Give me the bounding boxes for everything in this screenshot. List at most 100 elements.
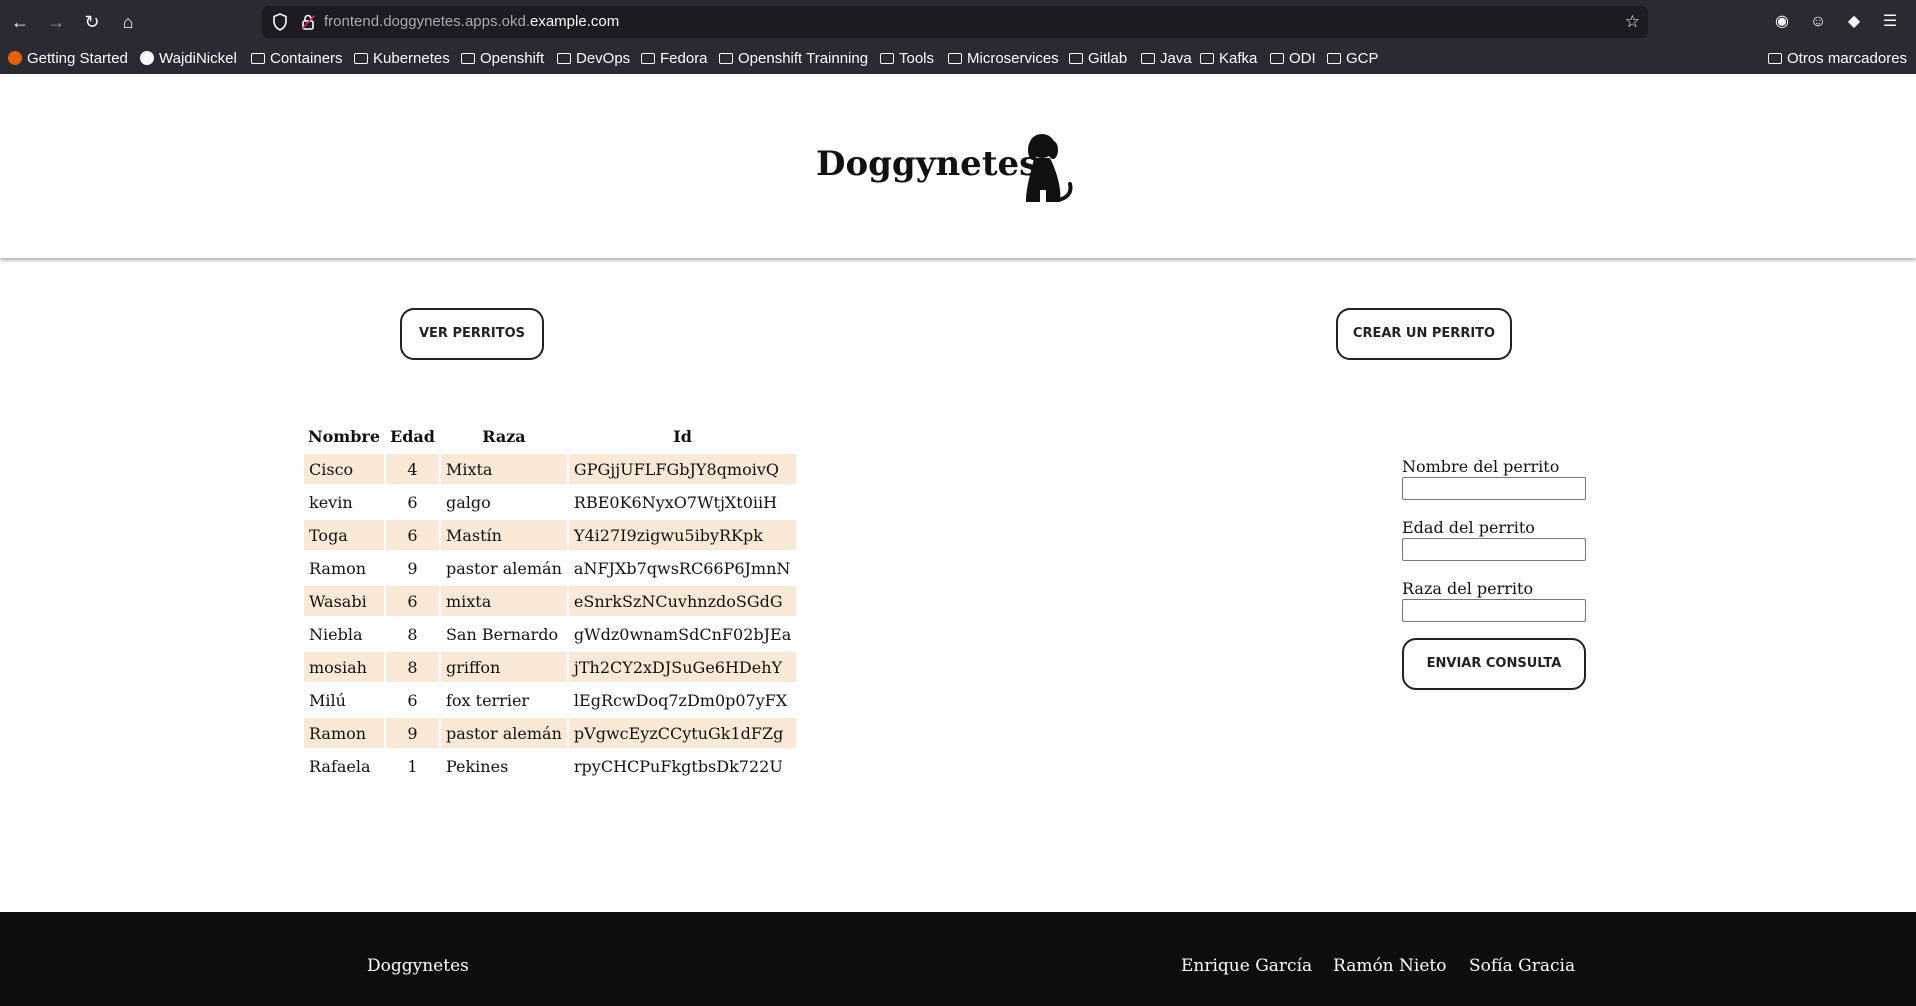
extensions-icon[interactable]: ◆ — [1842, 8, 1866, 36]
raza-label: Raza del perrito — [1402, 579, 1534, 598]
table-row: mosiah 8 griffon jTh2CY2xDJSuGe6HDehY — [304, 652, 797, 682]
cell-id: aNFJXb7qwsRC66P6JmnN — [573, 558, 791, 578]
firefox-icon — [8, 51, 22, 65]
table-row: kevin 6 galgo RBE0K6NyxO7WtjXt0iiH — [304, 487, 796, 517]
dogs-table: Nombre Edad Raza Id Cisco 4 Mixta GPGjjUFLF… — [302, 418, 798, 784]
cell-raza: galgo — [445, 492, 491, 512]
bookmark-getting-started[interactable]: Getting Started — [8, 48, 128, 70]
bookmark-star-icon[interactable]: ☆ — [1625, 12, 1640, 32]
column-header: Id — [673, 426, 692, 446]
cell-nombre: Niebla — [309, 624, 363, 644]
cell-nombre: Rafaela — [309, 756, 371, 776]
github-icon — [140, 51, 154, 65]
nombre-input[interactable] — [1402, 477, 1586, 500]
browser-chrome: ← → ↻ ⌂ frontend.doggynetes.apps.okd.exa… — [0, 0, 1916, 74]
table-row: Cisco 4 Mixta GPGjjUFLFGbJY8qmoivQ — [304, 454, 797, 484]
cell-nombre: Cisco — [304, 454, 385, 484]
lock-icon[interactable] — [300, 13, 316, 31]
bookmark-folder-kafka[interactable]: Kafka — [1200, 48, 1257, 70]
create-dog-form: Nombre del perrito Edad del perrito Raza… — [1402, 456, 1586, 639]
cell-edad: 8 — [386, 652, 439, 682]
ver-perritos-button[interactable]: VER PERRITOS — [400, 308, 544, 360]
raza-input[interactable] — [1402, 599, 1586, 622]
cell-edad: 9 — [386, 718, 439, 748]
column-header: Edad — [390, 426, 435, 446]
bookmark-folder-other[interactable]: Otros marcadores — [1768, 48, 1907, 70]
cell-id: eSnrkSzNCuvhnzdoSGdG — [568, 586, 797, 616]
footer-author: Sofía Gracia — [1469, 956, 1576, 976]
footer-brand: Doggynetes — [367, 956, 469, 976]
site-footer: Doggynetes Enrique García Ramón Nieto So… — [0, 912, 1916, 1006]
cell-raza: fox terrier — [445, 690, 530, 710]
bookmark-folder-gitlab[interactable]: Gitlab — [1069, 48, 1127, 70]
cell-raza: griffon — [440, 652, 567, 682]
bookmark-folder-openshift[interactable]: Openshift — [461, 48, 544, 70]
folder-icon — [880, 53, 894, 64]
bookmark-folder-microservices[interactable]: Microservices — [948, 48, 1059, 70]
cell-nombre: Toga — [304, 520, 385, 550]
folder-icon — [557, 53, 571, 64]
url-domain: example.com — [530, 13, 620, 30]
bookmark-folder-containers[interactable]: Containers — [251, 48, 343, 70]
folder-icon — [1768, 53, 1782, 64]
column-header: Raza — [482, 426, 526, 446]
toolbar-right-icons: ◉ ☺ ◆ ☰ — [1770, 8, 1902, 36]
menu-icon[interactable]: ☰ — [1878, 8, 1902, 36]
folder-icon — [641, 53, 655, 64]
bookmark-folder-gcp[interactable]: GCP — [1327, 48, 1379, 70]
cell-id: pVgwcEyzCCytuGk1dFZg — [568, 718, 797, 748]
footer-author: Enrique García — [1181, 956, 1313, 976]
folder-icon — [354, 53, 368, 64]
bookmark-folder-openshift-trainning[interactable]: Openshift Trainning — [719, 48, 868, 70]
cell-raza: Mastín — [440, 520, 567, 550]
cell-raza: San Bernardo — [445, 624, 559, 644]
cell-id: gWdz0wnamSdCnF02bJEa — [573, 624, 792, 644]
shield-icon[interactable] — [272, 13, 288, 31]
cell-edad: 6 — [407, 690, 418, 710]
folder-icon — [948, 53, 962, 64]
folder-icon — [461, 53, 475, 64]
home-icon[interactable]: ⌂ — [114, 8, 142, 36]
bookmark-folder-java[interactable]: Java — [1141, 48, 1192, 70]
bookmark-folder-devops[interactable]: DevOps — [557, 48, 630, 70]
url-prefix: frontend.doggynetes.apps.okd. — [324, 13, 530, 30]
cell-edad: 6 — [386, 520, 439, 550]
edad-input[interactable] — [1402, 538, 1586, 561]
folder-icon — [251, 53, 265, 64]
account-icon[interactable]: ☺ — [1806, 8, 1830, 36]
reload-icon[interactable]: ↻ — [78, 8, 106, 36]
edad-label: Edad del perrito — [1402, 518, 1535, 537]
folder-icon — [719, 53, 733, 64]
browser-toolbar: ← → ↻ ⌂ frontend.doggynetes.apps.okd.exa… — [0, 0, 1916, 44]
bookmark-folder-tools[interactable]: Tools — [880, 48, 934, 70]
folder-icon — [1327, 53, 1341, 64]
cell-edad: 4 — [386, 454, 439, 484]
enviar-consulta-button[interactable]: ENVIAR CONSULTA — [1402, 638, 1586, 690]
folder-icon — [1069, 53, 1083, 64]
cell-id: Y4i27I9zigwu5ibyRKpk — [568, 520, 797, 550]
column-header: Nombre — [308, 426, 381, 446]
table-row: Ramon 9 pastor alemán pVgwcEyzCCytuGk1dFZg — [304, 718, 797, 748]
cell-raza: Pekines — [445, 756, 509, 776]
crear-perrito-button[interactable]: CREAR UN PERRITO — [1336, 308, 1512, 360]
folder-icon — [1270, 53, 1284, 64]
table-row: Rafaela 1 Pekines rpyCHCPuFkgtbsDk722U — [304, 751, 796, 781]
footer-author: Ramón Nieto — [1333, 956, 1447, 976]
bookmark-folder-kubernetes[interactable]: Kubernetes — [354, 48, 450, 70]
cell-nombre: kevin — [309, 492, 353, 512]
back-icon[interactable]: ← — [6, 8, 34, 36]
pocket-icon[interactable]: ◉ — [1770, 8, 1794, 36]
url-text: frontend.doggynetes.apps.okd.example.com — [324, 6, 619, 38]
table-row: Wasabi 6 mixta eSnrkSzNCuvhnzdoSGdG — [304, 586, 797, 616]
bookmark-folder-odi[interactable]: ODI — [1270, 48, 1316, 70]
cell-nombre: Ramon — [309, 558, 367, 578]
nombre-label: Nombre del perrito — [1402, 457, 1560, 476]
bookmark-folder-fedora[interactable]: Fedora — [641, 48, 708, 70]
cell-edad: 9 — [407, 558, 418, 578]
forward-icon[interactable]: → — [42, 8, 70, 36]
cell-edad: 6 — [407, 492, 418, 512]
address-bar[interactable]: frontend.doggynetes.apps.okd.example.com… — [262, 6, 1648, 38]
cell-nombre: Wasabi — [304, 586, 385, 616]
cell-nombre: Milú — [309, 690, 346, 710]
bookmark-wajdinickel[interactable]: WajdiNickel — [140, 48, 237, 70]
